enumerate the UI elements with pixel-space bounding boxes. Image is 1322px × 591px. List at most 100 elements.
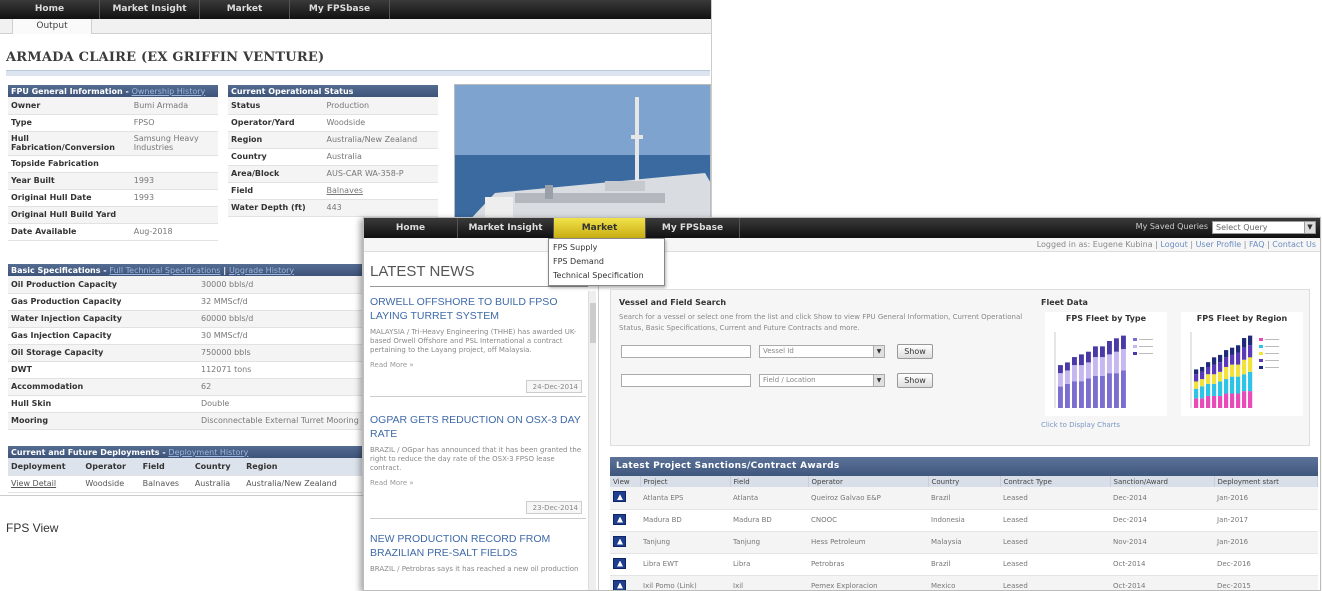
chart-bar-segment (1100, 346, 1105, 358)
chart-bar-segment (1079, 381, 1084, 408)
view-icon[interactable] (613, 579, 626, 590)
nav-market-insight[interactable]: Market Insight (100, 0, 200, 19)
tab-output[interactable]: Output (12, 19, 92, 34)
project-link[interactable]: Ixil Pomo (Link) (640, 575, 730, 590)
chart-bar-segment (1065, 383, 1070, 408)
view-icon[interactable] (613, 491, 626, 503)
view-icon[interactable] (613, 557, 626, 569)
project-link[interactable]: Atlanta EPS (640, 487, 730, 510)
cell: Jan-2016 (1214, 531, 1318, 554)
fleet-by-type-chart[interactable]: FPS Fleet by Type (1045, 312, 1167, 416)
legend-swatch (1259, 366, 1263, 369)
chevron-down-icon[interactable]: ▼ (873, 346, 884, 357)
chart-bar-segment (1224, 366, 1229, 380)
chart-title: FPS Fleet by Type (1065, 314, 1147, 323)
table-row: Libra EWT Libra Petrobras Brazil Leased … (610, 553, 1318, 576)
row-key: Year Built (8, 172, 131, 190)
cell: Atlanta (730, 487, 808, 510)
chart-bar-segment (1200, 379, 1205, 387)
legend-swatch (1259, 352, 1263, 355)
chart-bar-segment (1218, 395, 1223, 408)
news-body: MALAYSIA / Tri-Heavy Engineering (THHE) … (370, 328, 577, 354)
fleet-by-region-chart[interactable]: FPS Fleet by Region (1181, 312, 1303, 416)
chart-bar-segment (1086, 351, 1091, 363)
show-field-button[interactable]: Show (897, 373, 933, 388)
vessel-search-input[interactable] (621, 345, 751, 358)
show-vessel-button[interactable]: Show (897, 344, 933, 359)
nav-my-fpsbase[interactable]: My FPSbase (290, 0, 390, 19)
user-profile-link[interactable]: User Profile (1196, 240, 1242, 249)
row-value: Australia (323, 148, 438, 166)
view-icon[interactable] (613, 513, 626, 525)
read-more-link[interactable]: Read More » (370, 479, 586, 487)
logout-link[interactable]: Logout (1160, 240, 1187, 249)
chevron-down-icon[interactable]: ▼ (873, 375, 884, 386)
news-headline[interactable]: OGPAR GETS REDUCTION ON OSX-3 DAY RATE (370, 413, 586, 441)
nav-market[interactable]: Market (554, 218, 646, 238)
chart-bar-segment (1248, 345, 1253, 358)
basic-specs-header: Basic Specifications - Full Technical Sp… (8, 264, 362, 276)
field-select[interactable]: Field / Location ▼ (759, 374, 885, 387)
nav-home[interactable]: Home (0, 0, 100, 19)
news-item: ORWELL OFFSHORE TO BUILD FPSO LAYING TUR… (370, 295, 586, 397)
news-headline[interactable]: ORWELL OFFSHORE TO BUILD FPSO LAYING TUR… (370, 295, 586, 323)
vessel-select[interactable]: Vessel Id ▼ (759, 345, 885, 358)
full-tech-specs-link[interactable]: Full Technical Specifications (109, 266, 220, 275)
row-value: 112071 tons (198, 361, 362, 379)
display-charts-link[interactable]: Click to Display Charts (1041, 421, 1120, 429)
chart-bar-segment (1114, 373, 1119, 408)
news-scrollbar[interactable] (588, 291, 596, 590)
chart-bar-segment (1200, 366, 1205, 372)
row-key: Owner (8, 97, 131, 115)
operational-status-table: Current Operational Status Status Product… (228, 85, 438, 217)
news-body: BRAZIL / Petrobras says it has reached a… (370, 565, 579, 573)
chart-bar-segment (1230, 364, 1235, 377)
chart-bar-segment (1072, 365, 1077, 382)
deployments-header: Current and Future Deployments - Deploym… (8, 446, 362, 458)
menu-item-fps-demand[interactable]: FPS Demand (553, 255, 660, 269)
nav-market[interactable]: Market (200, 0, 290, 19)
deployment-history-link[interactable]: Deployment History (168, 448, 248, 457)
legend-swatch (1259, 338, 1263, 341)
read-more-link[interactable]: Read More » (370, 361, 586, 369)
project-link[interactable]: Libra EWT (640, 553, 730, 576)
news-headline[interactable]: NEW PRODUCTION RECORD FROM BRAZILIAN PRE… (370, 532, 586, 560)
contact-us-link[interactable]: Contact Us (1272, 240, 1316, 249)
chevron-down-icon[interactable]: ▼ (1304, 222, 1315, 233)
row-key: Area/Block (228, 165, 324, 183)
field-link[interactable]: Balnaves (323, 182, 438, 200)
nav-home[interactable]: Home (364, 218, 458, 238)
menu-item-fps-supply[interactable]: FPS Supply (553, 241, 660, 255)
col-header: Field (730, 476, 809, 487)
chart-bar-segment (1093, 375, 1098, 408)
scrollbar-thumb[interactable] (590, 303, 596, 343)
cell: Leased (1000, 575, 1110, 590)
legend-swatch (1259, 345, 1263, 348)
ownership-history-link[interactable]: Ownership History (132, 87, 206, 96)
chart-bar-segment (1058, 373, 1063, 387)
row-value: Double (198, 395, 362, 413)
legend-label-line (1139, 346, 1153, 347)
cell: Dec-2014 (1110, 509, 1214, 532)
chart-bar-segment (1236, 352, 1241, 365)
row-value: Woodside (323, 114, 438, 132)
upgrade-history-link[interactable]: Upgrade History (229, 266, 294, 275)
col-header: Deployment start (1214, 476, 1318, 487)
view-icon[interactable] (613, 535, 626, 547)
chart-title: FPS Fleet by Region (1196, 314, 1288, 323)
project-link[interactable]: Tanjung (640, 531, 730, 554)
project-link[interactable]: Madura BD (640, 509, 730, 532)
chart-bar-segment (1248, 357, 1253, 372)
saved-query-select[interactable]: Select Query ▼ (1212, 221, 1316, 234)
faq-link[interactable]: FAQ (1249, 240, 1265, 249)
chart-bar-segment (1194, 388, 1199, 399)
menu-item-technical-specification[interactable]: Technical Specification (553, 269, 660, 283)
field-search-input[interactable] (621, 374, 751, 387)
basic-specs-table: Basic Specifications - Full Technical Sp… (8, 264, 362, 430)
vessel-field-search-panel: Vessel and Field Search Search for a ves… (610, 289, 1310, 446)
latest-sanctions-panel: Latest Project Sanctions/Contract Awards… (610, 457, 1318, 590)
nav-my-fpsbase[interactable]: My FPSbase (646, 218, 740, 238)
nav-market-insight[interactable]: Market Insight (458, 218, 554, 238)
chart-bar-segment (1230, 354, 1235, 365)
view-detail-link[interactable]: View Detail (8, 475, 83, 493)
